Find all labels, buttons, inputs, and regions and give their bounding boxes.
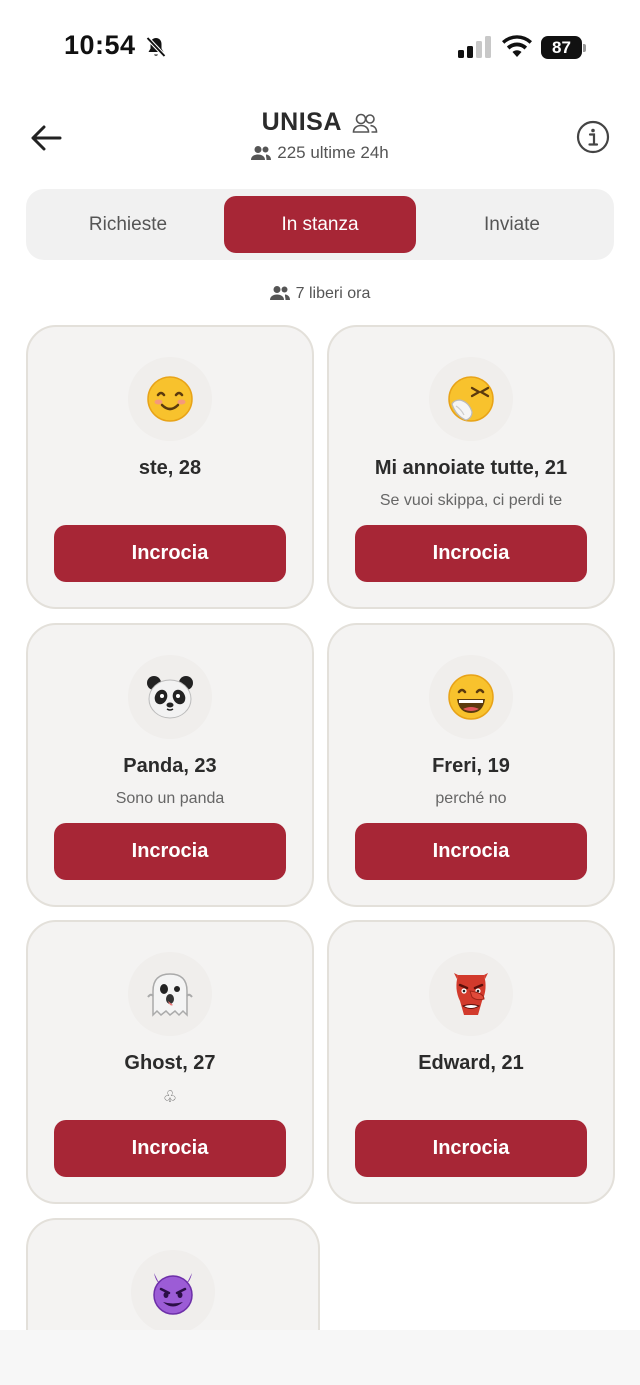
cross-button[interactable]: Incrocia	[355, 823, 587, 880]
panda-icon	[147, 676, 193, 719]
cellular-signal-icon	[458, 36, 491, 58]
smiling-face-icon	[147, 376, 193, 422]
free-now-label: 7 liberi ora	[0, 285, 640, 303]
smiling-devil-icon	[153, 1273, 193, 1315]
avatar	[429, 357, 513, 441]
room-header[interactable]: UNISA	[0, 108, 640, 137]
info-icon	[576, 120, 610, 154]
user-name: Mi annoiate tutte, 21	[374, 457, 568, 479]
user-name: Edward, 21	[418, 1052, 524, 1074]
tab-in-room[interactable]: In stanza	[224, 196, 416, 253]
room-subtitle: 225 ultime 24h	[0, 143, 640, 163]
room-title: UNISA	[261, 108, 342, 136]
tab-sent[interactable]: Inviate	[416, 196, 608, 253]
cross-button[interactable]: Incrocia	[54, 823, 286, 880]
user-name: Panda, 23	[123, 755, 217, 777]
sneezing-face-icon	[448, 376, 494, 422]
tab-bar: Richieste In stanza Inviate	[26, 189, 614, 260]
goblin-mask-icon	[454, 973, 488, 1015]
tab-requests[interactable]: Richieste	[32, 196, 224, 253]
user-card: Panda, 23 Sono un panda Incrocia	[26, 623, 314, 907]
status-time: 10:54	[64, 30, 136, 60]
user-name: Ghost, 27	[124, 1052, 216, 1074]
user-bio: perché no	[435, 790, 507, 807]
avatar	[128, 357, 212, 441]
user-card: ste, 28 Incrocia	[26, 325, 314, 609]
people-icon	[251, 146, 272, 160]
user-card	[26, 1218, 320, 1338]
wifi-icon	[502, 35, 532, 57]
activity-count: 225 ultime 24h	[277, 143, 389, 162]
battery-indicator: 87	[541, 36, 587, 59]
user-bio: Sono un panda	[115, 790, 225, 807]
cross-button[interactable]: Incrocia	[355, 525, 587, 582]
cross-button[interactable]: Incrocia	[355, 1120, 587, 1177]
battery-level: 87	[541, 36, 582, 59]
avatar	[128, 952, 212, 1036]
ghost-icon	[147, 973, 193, 1017]
avatar	[128, 655, 212, 739]
battery-tip	[583, 44, 586, 52]
bell-slash-icon	[146, 36, 166, 58]
grinning-face-icon	[448, 674, 494, 720]
free-now-count: 7 liberi ora	[295, 285, 371, 302]
user-card: Ghost, 27 ♧ Incrocia	[26, 920, 314, 1204]
user-name: ste, 28	[138, 457, 202, 479]
user-bio: ♧	[162, 1089, 178, 1106]
people-icon	[269, 286, 290, 300]
user-card: Mi annoiate tutte, 21 Se vuoi skippa, ci…	[327, 325, 615, 609]
cross-button[interactable]: Incrocia	[54, 525, 286, 582]
status-bar: 10:54 87	[0, 0, 640, 96]
user-card: Edward, 21 Incrocia	[327, 920, 615, 1204]
bottom-safe-area	[0, 1330, 640, 1385]
cross-button[interactable]: Incrocia	[54, 1120, 286, 1177]
user-card: Freri, 19 perché no Incrocia	[327, 623, 615, 907]
user-name: Freri, 19	[432, 755, 510, 777]
avatar	[429, 655, 513, 739]
user-bio: Se vuoi skippa, ci perdi te	[379, 492, 563, 509]
info-button[interactable]	[576, 120, 610, 154]
group-outline-icon	[353, 113, 378, 133]
avatar	[429, 952, 513, 1036]
avatar	[131, 1250, 215, 1334]
